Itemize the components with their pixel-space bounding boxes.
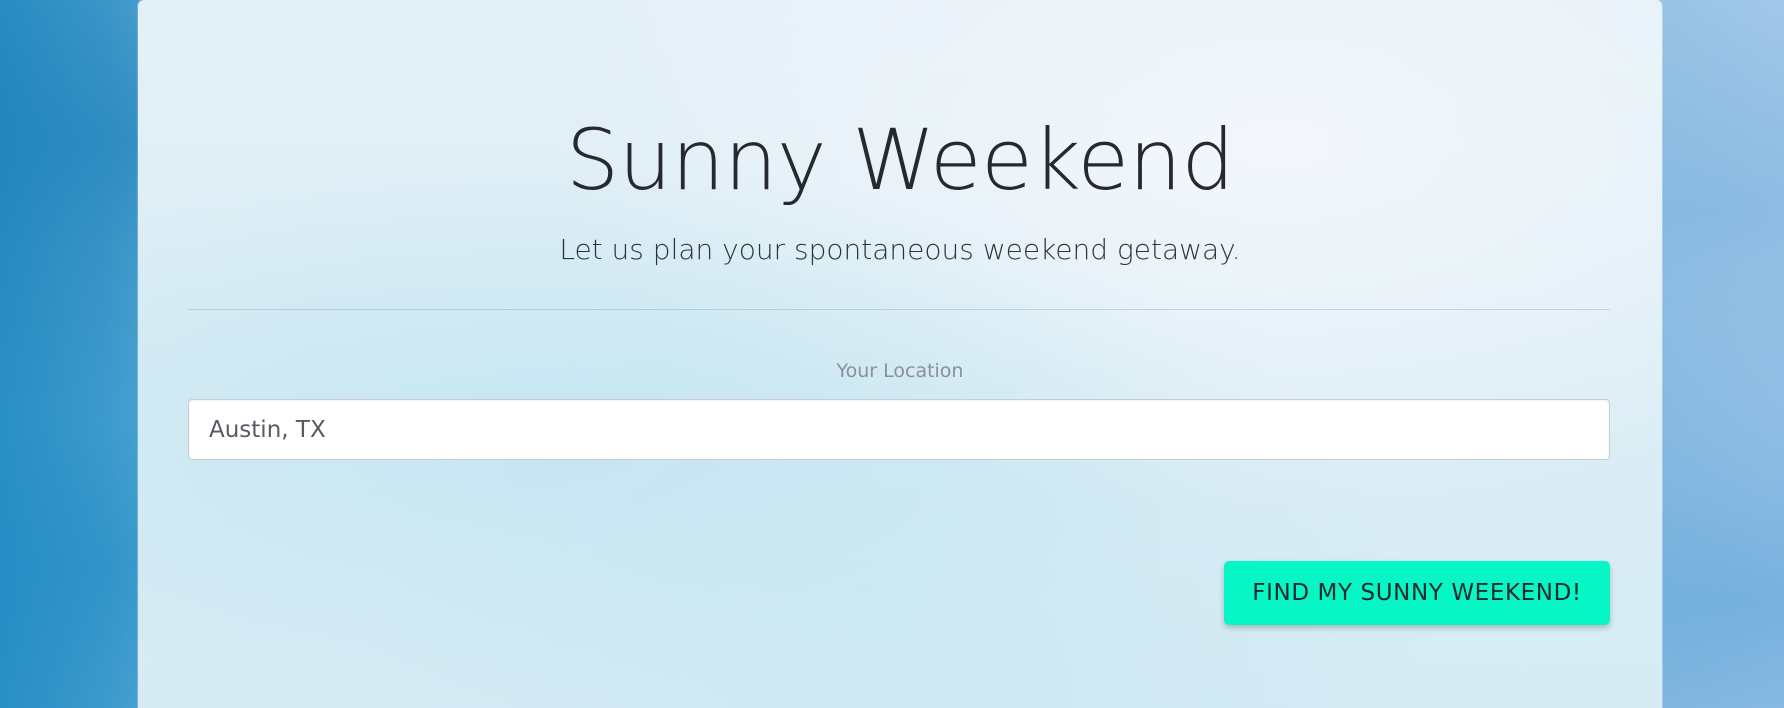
divider [188,309,1610,310]
page-subtitle: Let us plan your spontaneous weekend get… [559,233,1241,266]
main-card: Sunny Weekend Let us plan your spontaneo… [138,0,1662,708]
page-title: Sunny Weekend [565,111,1235,209]
find-sunny-weekend-button[interactable]: FIND MY SUNNY WEEKEND! [1224,561,1610,625]
location-label: Your Location [836,360,964,382]
location-input[interactable] [188,399,1610,460]
